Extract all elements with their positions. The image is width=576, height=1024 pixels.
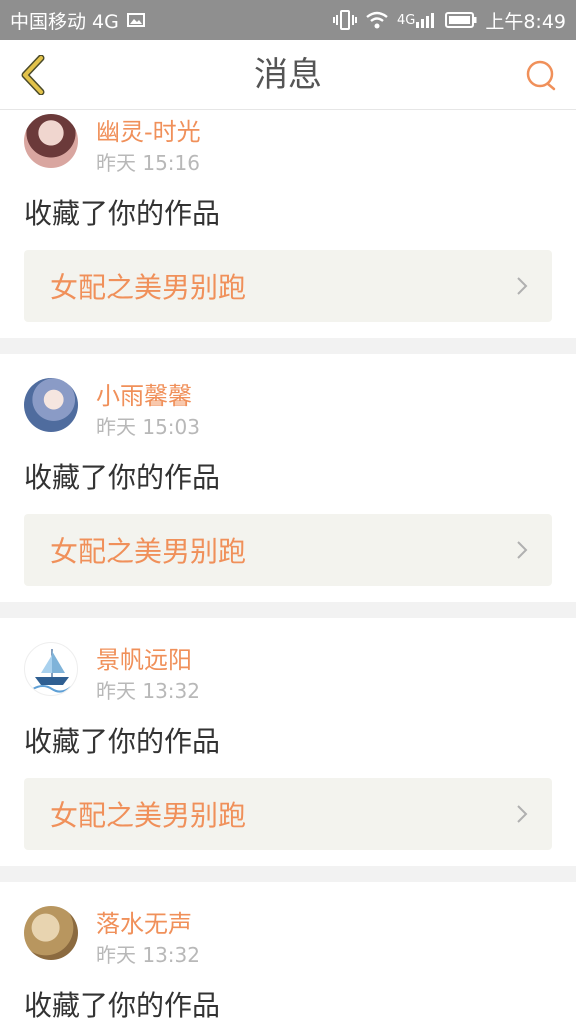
message-time: 昨天 15:16 (96, 151, 200, 175)
carrier-label: 中国移动 4G (10, 10, 119, 33)
action-text: 收藏了你的作品 (24, 725, 221, 758)
chevron-right-icon (516, 540, 528, 560)
chevron-right-icon (516, 804, 528, 824)
work-title: 女配之美男别跑 (50, 271, 247, 304)
vibrate-icon (332, 9, 357, 31)
network-label: 4G (396, 12, 416, 28)
work-title: 女配之美男别跑 (50, 799, 247, 832)
battery-icon (445, 11, 477, 29)
user-name[interactable]: 幽灵-时光 (96, 117, 201, 147)
message-card: 景帆远阳 昨天 13:32 收藏了你的作品 女配之美男别跑 (0, 618, 576, 882)
image-icon (126, 12, 145, 28)
user-name[interactable]: 景帆远阳 (96, 645, 200, 675)
avatar[interactable] (24, 906, 78, 960)
work-link[interactable]: 女配之美男别跑 (24, 514, 552, 586)
user-name[interactable]: 小雨馨馨 (96, 381, 200, 411)
avatar[interactable] (24, 642, 78, 696)
search-icon (526, 60, 556, 91)
message-time: 昨天 13:32 (96, 679, 200, 703)
message-time: 昨天 15:03 (96, 415, 200, 439)
page-title: 消息 (254, 55, 322, 95)
message-card: 落水无声 昨天 13:32 收藏了你的作品 (0, 882, 576, 1024)
work-title: 女配之美男别跑 (50, 535, 247, 568)
search-button[interactable] (522, 57, 560, 95)
signal-icon: 4G (397, 12, 437, 28)
action-text: 收藏了你的作品 (24, 989, 221, 1022)
message-card: 幽灵-时光 昨天 15:16 收藏了你的作品 女配之美男别跑 (0, 110, 576, 354)
user-name[interactable]: 落水无声 (96, 909, 200, 939)
work-link[interactable]: 女配之美男别跑 (24, 778, 552, 850)
message-time: 昨天 13:32 (96, 943, 200, 967)
clock: 上午8:49 (485, 10, 566, 33)
wifi-icon (365, 10, 389, 30)
message-card: 小雨馨馨 昨天 15:03 收藏了你的作品 女配之美男别跑 (0, 354, 576, 618)
avatar[interactable] (24, 378, 78, 432)
action-text: 收藏了你的作品 (24, 461, 221, 494)
app-header: 消息 (0, 40, 576, 110)
avatar[interactable] (24, 114, 78, 168)
status-bar: 中国移动 4G 4G 上午8:49 (0, 0, 576, 40)
sailboat-icon (32, 649, 72, 693)
message-list[interactable]: 幽灵-时光 昨天 15:16 收藏了你的作品 女配之美男别跑 小雨馨馨 昨天 1… (0, 110, 576, 1024)
action-text: 收藏了你的作品 (24, 197, 221, 230)
chevron-right-icon (516, 276, 528, 296)
work-link[interactable]: 女配之美男别跑 (24, 250, 552, 322)
